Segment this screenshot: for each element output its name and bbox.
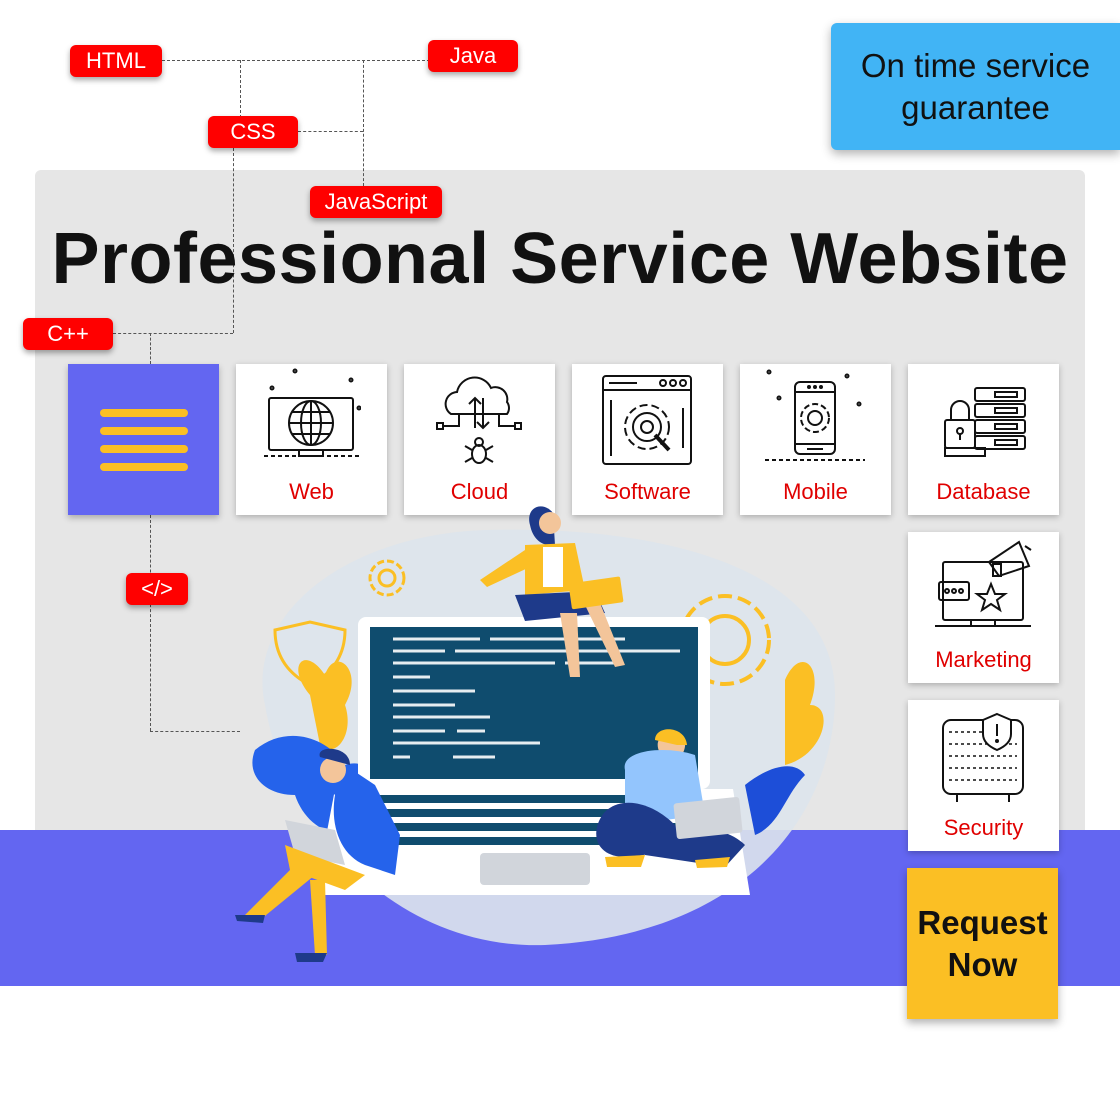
connector-line bbox=[363, 60, 364, 186]
connector-line bbox=[162, 60, 430, 61]
tag-css[interactable]: CSS bbox=[208, 116, 298, 148]
database-lock-icon bbox=[944, 387, 1026, 457]
request-label-line2: Now bbox=[947, 945, 1018, 983]
connector-line bbox=[150, 333, 151, 364]
service-card-software[interactable]: Software bbox=[572, 364, 723, 515]
service-card-security[interactable]: Security bbox=[908, 700, 1059, 851]
request-label-line1: Request bbox=[917, 903, 1048, 941]
service-card-cloud[interactable]: Cloud bbox=[404, 364, 555, 515]
service-label: Database bbox=[936, 479, 1031, 504]
connector-line bbox=[298, 131, 363, 132]
binary-shield-icon bbox=[942, 712, 1024, 802]
tag-html[interactable]: HTML bbox=[70, 45, 162, 77]
tag-code[interactable]: </> bbox=[126, 573, 188, 605]
guarantee-banner: On time service guarantee bbox=[831, 23, 1120, 150]
service-card-database[interactable]: Database bbox=[908, 364, 1059, 515]
service-card-marketing[interactable]: Marketing bbox=[908, 532, 1059, 683]
megaphone-laptop-icon bbox=[935, 540, 1032, 627]
service-card-web[interactable]: Web bbox=[236, 364, 387, 515]
guarantee-text-line1: On time service bbox=[860, 46, 1091, 84]
tag-java[interactable]: Java bbox=[428, 40, 518, 72]
service-label: Security bbox=[943, 815, 1024, 840]
tag-javascript[interactable]: JavaScript bbox=[310, 186, 442, 218]
globe-monitor-icon bbox=[261, 368, 361, 457]
tag-cpp[interactable]: C++ bbox=[23, 318, 113, 350]
connector-line bbox=[240, 60, 241, 118]
guarantee-text-line2: guarantee bbox=[901, 88, 1050, 126]
team-laptop-illustration bbox=[235, 506, 835, 962]
page-title: Professional Service Website bbox=[51, 219, 1069, 299]
mobile-gear-icon bbox=[765, 369, 865, 461]
menu-button[interactable] bbox=[68, 364, 219, 515]
request-now-button[interactable]: Request Now bbox=[907, 868, 1058, 1019]
service-label: Marketing bbox=[935, 647, 1032, 672]
cloud-network-icon bbox=[436, 376, 522, 464]
software-gear-icon bbox=[602, 375, 692, 465]
connector-line bbox=[150, 515, 151, 731]
connector-line bbox=[113, 333, 233, 334]
service-card-mobile[interactable]: Mobile bbox=[740, 364, 891, 515]
